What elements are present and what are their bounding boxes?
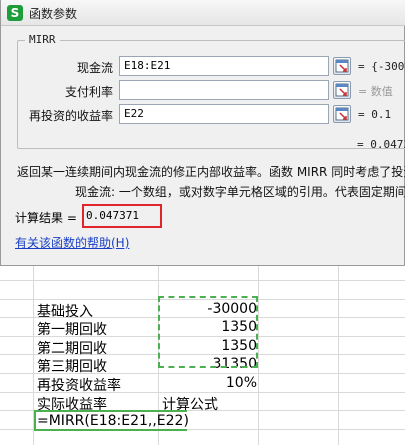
cell-formula-text[interactable]: =MIRR(E18:E21,,E22)	[37, 413, 189, 429]
arg-label-cashflow: 现金流	[76, 61, 113, 75]
range-select-icon	[335, 83, 349, 97]
arg-label-finance-rate: 支付利率	[64, 85, 113, 99]
cell-label[interactable]: 第二期回收	[37, 338, 107, 358]
arg-result-cashflow: = {-3000	[358, 60, 405, 73]
spreadsheet-area[interactable]: 基础投入 -30000 第一期回收 1350 第二期回收 1350 第三期回收 …	[0, 266, 405, 445]
range-select-button-finance-rate[interactable]	[333, 81, 351, 99]
range-select-button-cashflow[interactable]	[333, 57, 351, 75]
gridline	[0, 280, 405, 281]
dialog-titlebar[interactable]: S 函数参数	[1, 0, 405, 26]
arg-input-cashflow[interactable]: E18:E21	[119, 56, 329, 76]
wps-app-icon: S	[7, 5, 23, 21]
function-name-label: MIRR	[25, 33, 60, 46]
range-select-icon	[335, 59, 349, 73]
argument-description: 现金流: 一个数组，或对数字单元格区域的引用。代表固定期间	[75, 185, 405, 199]
formula-result: = 0.0473	[357, 138, 405, 151]
arg-result-finance-rate: = 数值	[358, 85, 393, 98]
function-help-link[interactable]: 有关该函数的帮助(H)	[15, 234, 129, 251]
cell-label[interactable]: 再投资收益率	[37, 375, 121, 395]
cell-label[interactable]: 第三期回收	[37, 356, 107, 376]
calc-result-value: 0.047371	[86, 209, 139, 222]
cell-label[interactable]: 基础投入	[37, 301, 93, 321]
gridline	[258, 266, 259, 445]
arg-input-reinvest-rate[interactable]: E22	[119, 104, 329, 124]
range-select-button-reinvest-rate[interactable]	[333, 105, 351, 123]
cell-label[interactable]: 第一期回收	[37, 319, 107, 339]
cell-value[interactable]: 10%	[160, 375, 257, 391]
range-reference-marquee	[158, 296, 258, 368]
calc-result-label: 计算结果 =	[15, 211, 77, 225]
function-description: 返回某一连续期间内现金流的修正内部收益率。函数 MIRR 同时考虑了投资	[17, 165, 405, 179]
arg-label-reinvest-rate: 再投资的收益率	[28, 109, 113, 123]
arg-result-reinvest-rate: = 0.1	[358, 108, 392, 121]
arg-input-finance-rate[interactable]	[119, 80, 329, 100]
function-arguments-dialog: S 函数参数 MIRR 现金流 E18:E21 = {-3000 支付利率 = …	[0, 0, 405, 266]
range-select-icon	[335, 107, 349, 121]
dialog-title: 函数参数	[29, 7, 78, 21]
gridline	[338, 266, 339, 445]
